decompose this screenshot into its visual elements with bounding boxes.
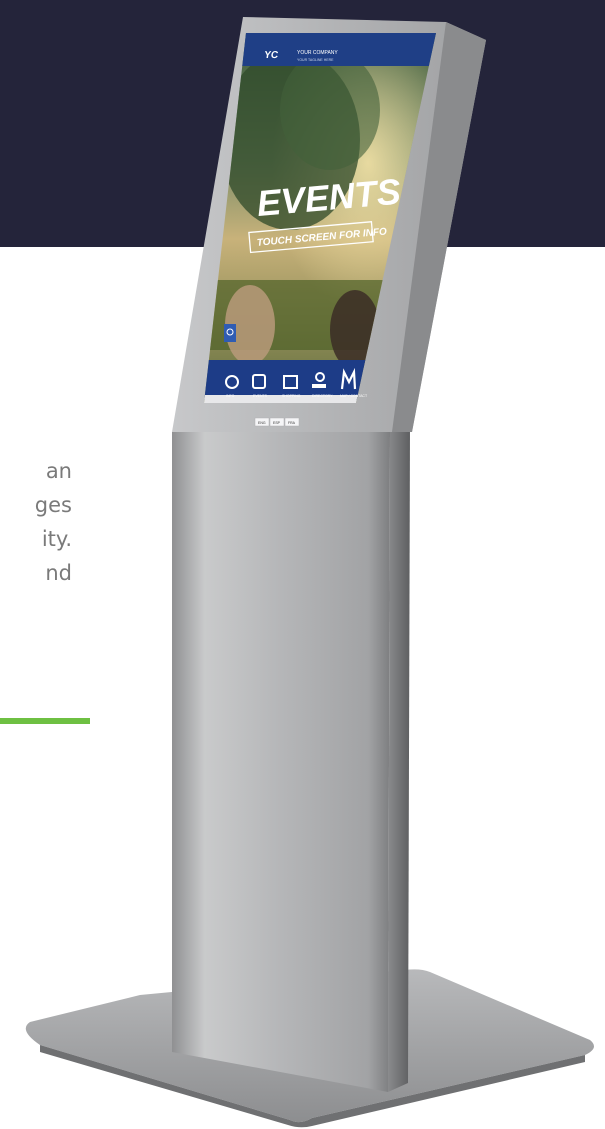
- svg-text:ESP: ESP: [273, 421, 281, 425]
- language-selector: ENG ESP FRA: [254, 417, 300, 427]
- search-tab[interactable]: [224, 324, 236, 342]
- company-tagline: YOUR TAGLINE HERE: [297, 58, 334, 62]
- nav-label: DIRECTORY: [312, 394, 333, 398]
- svg-text:FRA: FRA: [288, 421, 296, 425]
- nav-label: MAP / CONTACT: [340, 394, 368, 398]
- nav-label: INFO: [226, 394, 235, 398]
- kiosk-stand: YC YOUR COMPANY YOUR TAGLINE HERE EVENTS…: [0, 0, 605, 1129]
- kiosk-illustration: YC YOUR COMPANY YOUR TAGLINE HERE EVENTS…: [25, 17, 594, 1128]
- company-name: YOUR COMPANY: [297, 50, 338, 56]
- pillar: [172, 432, 390, 1092]
- nav-label: SHOPPING: [282, 394, 301, 398]
- svg-text:ENG: ENG: [258, 421, 266, 425]
- logo-mark: YC: [263, 50, 278, 61]
- nav-label: EVENTS: [253, 394, 268, 398]
